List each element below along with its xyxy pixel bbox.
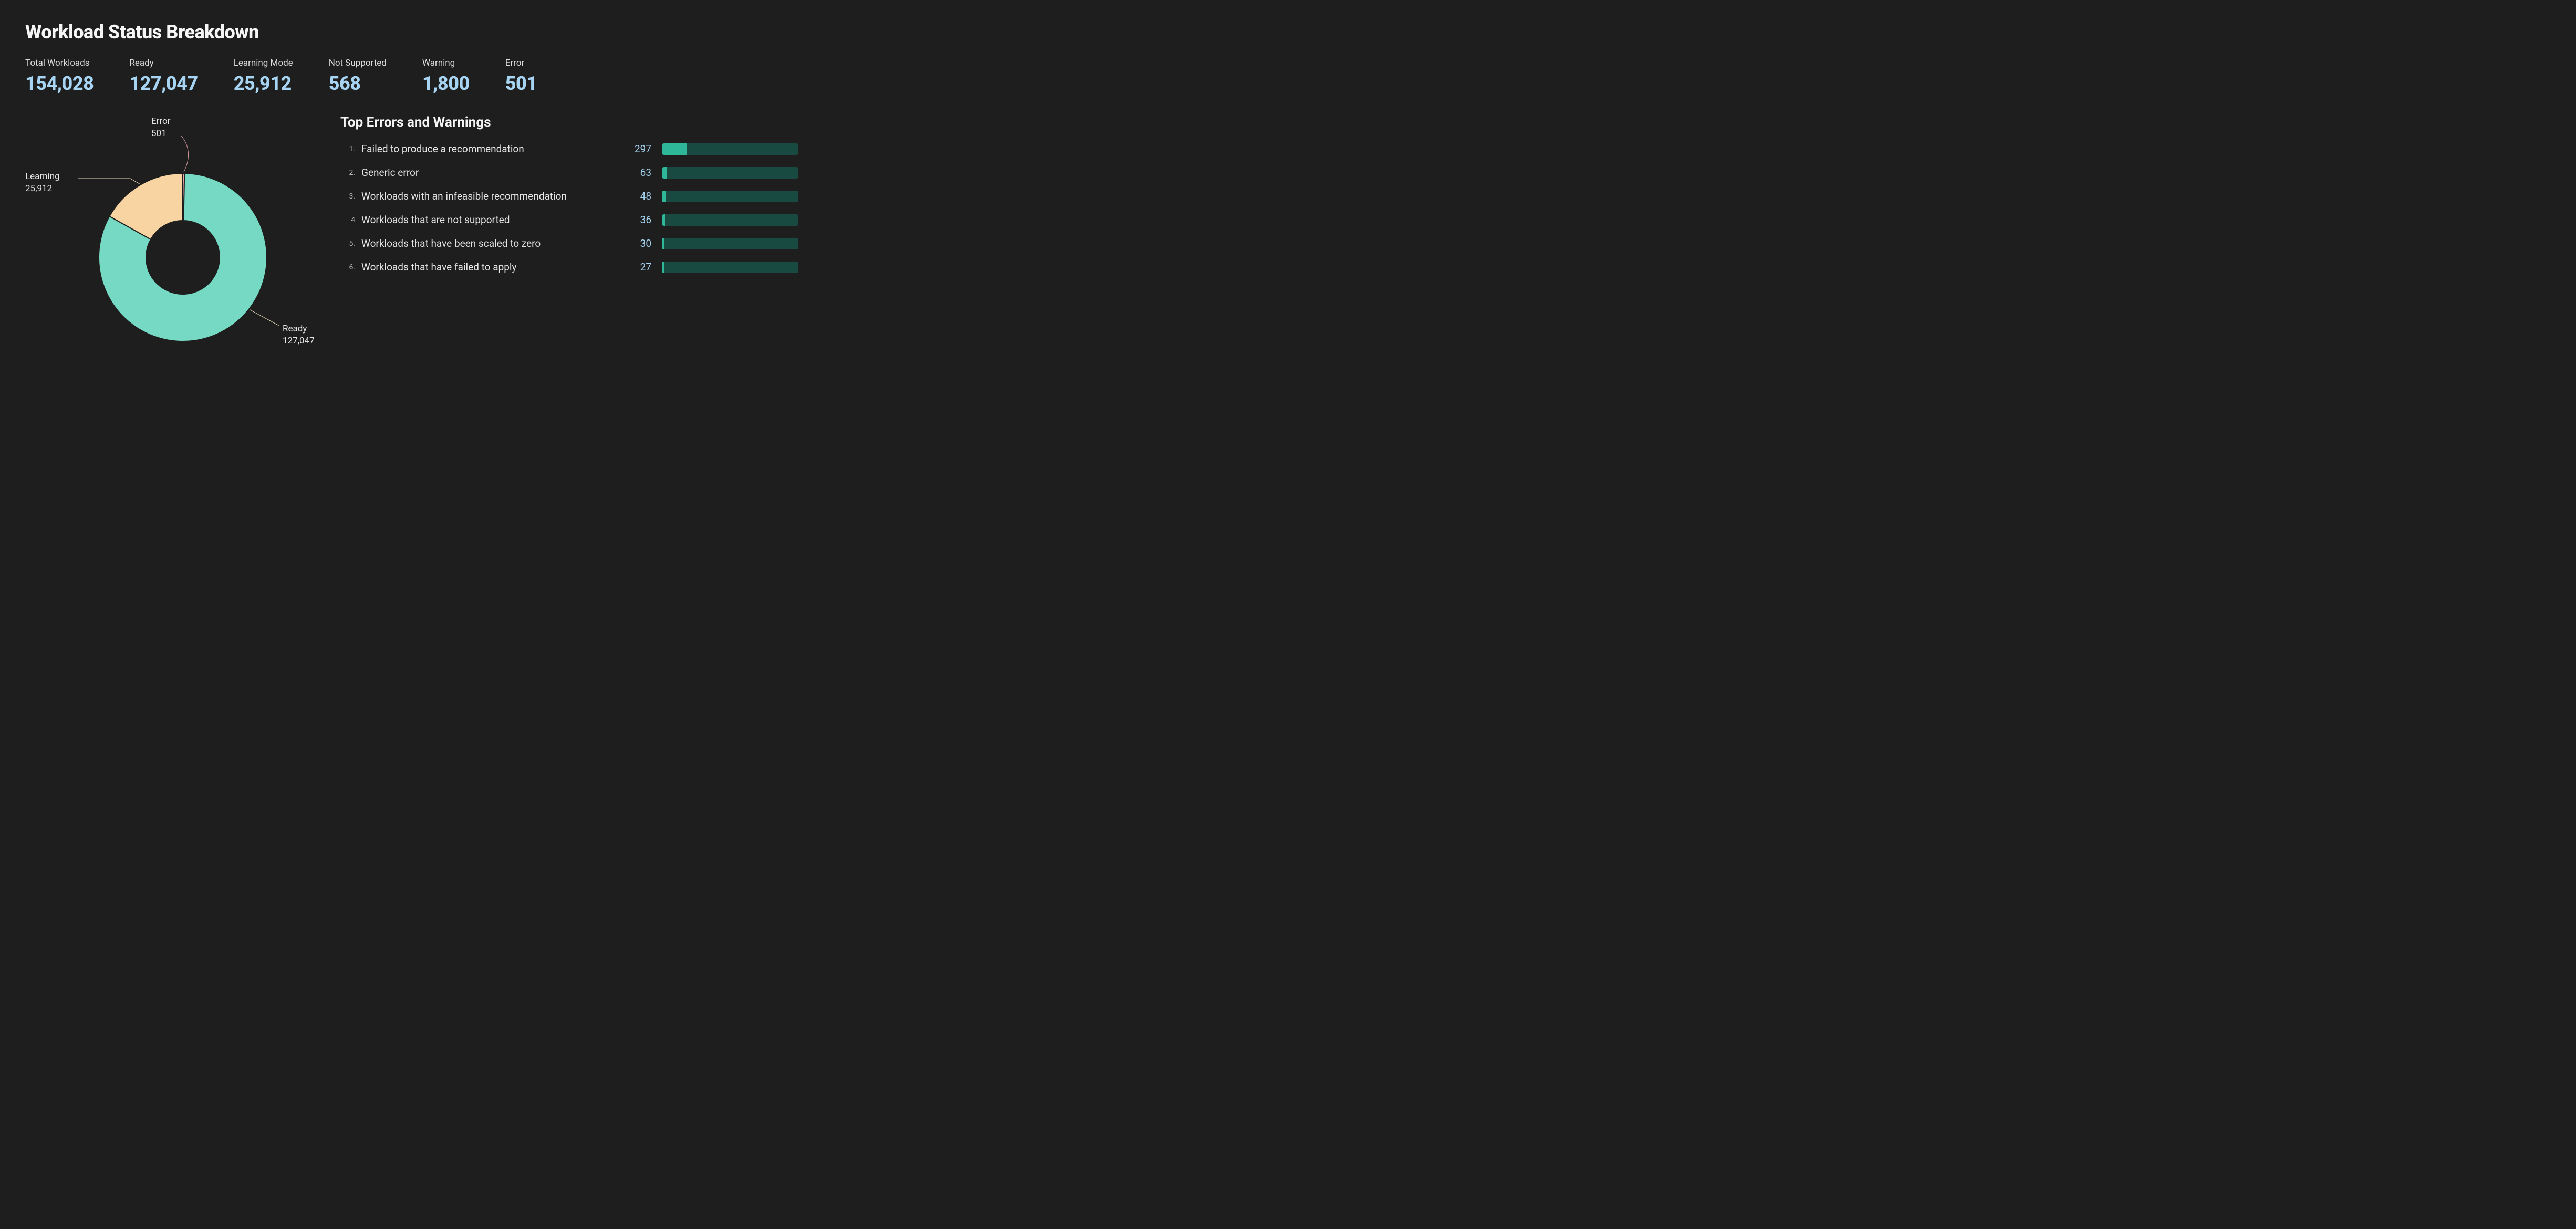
error-index: 2.	[340, 169, 355, 177]
stat-card: Not Supported 568	[329, 58, 387, 95]
error-description: Workloads that are not supported	[361, 214, 618, 226]
error-count: 30	[624, 237, 656, 249]
error-description: Generic error	[361, 166, 618, 179]
stat-value: 501	[505, 72, 537, 95]
errors-column: Top Errors and Warnings 1. Failed to prod…	[340, 110, 798, 362]
error-row: 6. Workloads that have failed to apply 27	[340, 261, 798, 273]
stat-card: Error 501	[505, 58, 537, 95]
error-bar-fill	[662, 238, 664, 249]
error-row: 3. Workloads with an infeasible recommend…	[340, 190, 798, 202]
stat-value: 154,028	[25, 72, 94, 95]
donut-slice-label: Learning25,912	[25, 171, 60, 195]
error-count: 27	[624, 261, 656, 273]
error-description: Workloads that have failed to apply	[361, 261, 618, 273]
errors-heading: Top Errors and Warnings	[340, 114, 798, 130]
error-index: 3.	[340, 192, 355, 201]
error-index: 6.	[340, 263, 355, 272]
stat-label: Not Supported	[329, 58, 387, 68]
error-row: 5. Workloads that have been scaled to zer…	[340, 237, 798, 249]
error-index: 1.	[340, 145, 355, 153]
dashboard-page: Workload Status Breakdown Total Workload…	[0, 0, 824, 393]
error-description: Workloads that have been scaled to zero	[361, 237, 618, 249]
donut-slice-name: Error	[151, 116, 170, 128]
error-row: 4 Workloads that are not supported 36	[340, 214, 798, 226]
error-index: 4	[340, 216, 355, 224]
error-bar	[662, 167, 798, 179]
error-bar-fill	[662, 143, 687, 155]
error-bar-fill	[662, 167, 667, 179]
error-bar	[662, 214, 798, 226]
error-count: 36	[624, 214, 656, 226]
error-bar-fill	[662, 214, 665, 226]
stat-label: Error	[505, 58, 537, 68]
error-bar	[662, 238, 798, 249]
donut-slice-name: Learning	[25, 171, 60, 183]
error-bar	[662, 262, 798, 273]
stat-value: 25,912	[234, 72, 293, 95]
stat-label: Learning Mode	[234, 58, 293, 68]
stat-label: Warning	[422, 58, 470, 68]
page-title: Workload Status Breakdown	[25, 21, 798, 43]
error-count: 297	[624, 143, 656, 155]
donut-slice-value: 127,047	[283, 335, 315, 347]
stat-card: Warning 1,800	[422, 58, 470, 95]
error-description: Workloads with an infeasible recommendat…	[361, 190, 618, 202]
donut-slice-value: 501	[151, 128, 170, 140]
error-index: 5.	[340, 239, 355, 248]
stat-value: 1,800	[422, 72, 470, 95]
error-description: Failed to produce a recommendation	[361, 143, 618, 155]
error-bar	[662, 191, 798, 202]
error-count: 48	[624, 190, 656, 202]
errors-list: 1. Failed to produce a recommendation 297 2…	[340, 143, 798, 273]
donut-slice-label: Ready127,047	[283, 323, 315, 347]
error-bar-fill	[662, 191, 666, 202]
error-row: 2. Generic error 63	[340, 166, 798, 179]
main-row: Learning25,912 Error501 Ready127,047 Top E…	[25, 110, 798, 362]
error-bar	[662, 143, 798, 155]
error-count: 63	[624, 166, 656, 179]
stat-card: Total Workloads 154,028	[25, 58, 94, 95]
donut-chart: Learning25,912Error501Ready127,047	[25, 110, 309, 362]
donut-slice-value: 25,912	[25, 183, 60, 195]
stats-row: Total Workloads 154,028 Ready 127,047 Learni…	[25, 58, 798, 95]
error-row: 1. Failed to produce a recommendation 297	[340, 143, 798, 155]
stat-card: Learning Mode 25,912	[234, 58, 293, 95]
error-bar-fill	[662, 262, 664, 273]
stat-card: Ready 127,047	[129, 58, 198, 95]
stat-label: Total Workloads	[25, 58, 94, 68]
stat-value: 127,047	[129, 72, 198, 95]
stat-value: 568	[329, 72, 387, 95]
stat-label: Ready	[129, 58, 198, 68]
donut-slice-name: Ready	[283, 323, 315, 335]
donut-slice-label: Error501	[151, 116, 170, 140]
